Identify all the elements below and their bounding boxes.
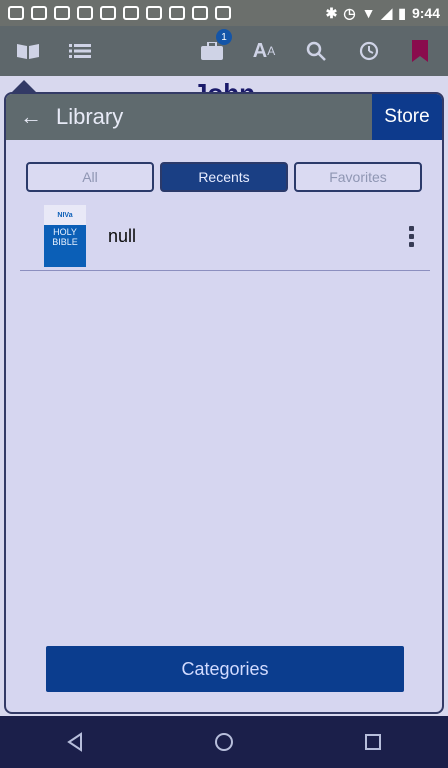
app-icon — [169, 6, 185, 20]
status-bar: ✱ ◷ ▼ ◢ ▮ 9:44 — [0, 0, 448, 26]
tab-recents[interactable]: Recents — [160, 162, 288, 192]
info-icon — [215, 6, 231, 20]
back-icon[interactable] — [51, 718, 99, 766]
library-header: ← Library Store — [6, 94, 442, 140]
bookmark-icon[interactable] — [406, 37, 434, 65]
more-options-icon[interactable] — [409, 223, 414, 250]
clock-time: 9:44 — [411, 5, 440, 21]
navigation-bar — [0, 716, 448, 768]
timer-icon — [54, 6, 70, 20]
qr-icon — [146, 6, 162, 20]
reader-toolbar: 1 AA — [0, 26, 448, 76]
book-cover: NIVa HOLY BIBLE — [44, 205, 86, 267]
tab-all[interactable]: All — [26, 162, 154, 192]
library-title: Library — [56, 104, 124, 129]
alarm-icon: ◷ — [343, 4, 356, 21]
recents-icon[interactable] — [349, 718, 397, 766]
cover-brand: NIVa — [44, 205, 86, 225]
notification-badge: 1 — [216, 29, 232, 45]
back-arrow-icon[interactable]: ← — [20, 104, 52, 130]
face-icon — [100, 6, 116, 20]
wifi-icon: ▼ — [361, 5, 376, 21]
search-icon[interactable] — [302, 37, 330, 65]
facebook-icon — [31, 6, 47, 20]
library-tabs: All Recents Favorites — [26, 162, 422, 192]
library-panel: ← Library Store All Recents Favorites NI… — [4, 92, 444, 714]
list-item[interactable]: NIVa HOLY BIBLE null — [20, 202, 430, 271]
facebook-icon — [123, 6, 139, 20]
text-size-icon[interactable]: AA — [250, 37, 278, 65]
system-status: ✱ ◷ ▼ ◢ ▮ 9:44 — [326, 5, 440, 22]
history-icon[interactable] — [354, 37, 382, 65]
home-icon[interactable] — [200, 718, 248, 766]
face-icon — [192, 6, 208, 20]
popup-caret — [12, 80, 36, 92]
book-title: null — [108, 225, 137, 246]
bluetooth-icon: ✱ — [325, 4, 338, 21]
cover-title: HOLY BIBLE — [52, 227, 78, 247]
notification-icons — [8, 6, 231, 20]
tab-favorites[interactable]: Favorites — [294, 162, 422, 192]
battery-icon: ▮ — [398, 4, 406, 21]
wrench-icon — [77, 6, 93, 20]
message-icon — [8, 6, 24, 20]
signal-icon: ◢ — [381, 4, 393, 21]
book-icon[interactable] — [14, 37, 42, 65]
list-icon[interactable] — [66, 37, 94, 65]
briefcase-icon[interactable]: 1 — [198, 29, 232, 65]
categories-button[interactable]: Categories — [46, 646, 404, 692]
store-button[interactable]: Store — [372, 94, 442, 140]
